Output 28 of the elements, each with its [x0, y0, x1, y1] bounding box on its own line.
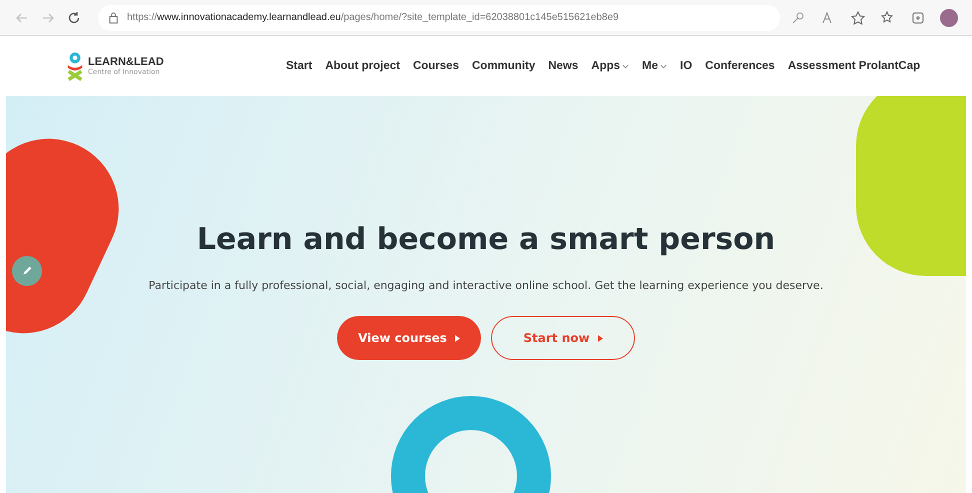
nav-link[interactable]: Me: [642, 60, 668, 72]
url-text: https://www.innovationacademy.learnandlead.eu/pages/home/?site_template_id=62038801c145e515621eb8e9: [127, 12, 619, 23]
reload-icon[interactable]: [66, 10, 82, 26]
collections-icon[interactable]: [910, 10, 926, 26]
nav-link[interactable]: News: [548, 60, 578, 72]
nav-link[interactable]: Start: [286, 60, 312, 72]
triangle-icon: [598, 334, 603, 342]
nav-link[interactable]: Conferences: [705, 60, 775, 72]
caret-icon: [660, 64, 668, 68]
favorites-icon[interactable]: [880, 10, 896, 26]
lock-icon: [108, 11, 119, 24]
star-icon[interactable]: [850, 10, 866, 26]
nav-link[interactable]: Apps: [591, 60, 630, 72]
triangle-icon: [454, 334, 460, 342]
logo-icon[interactable]: [66, 51, 84, 81]
address-bar[interactable]: https://www.innovationacademy.learnandlead.eu/pages/home/?site_template_id=62038801c145e515621eb8e9: [98, 4, 780, 30]
logo-name: LEARN&LEAD: [88, 56, 164, 68]
hero-subtitle: Participate in a fully professional, social, engaging and interactive online school. Get the learning experience you deserve.: [148, 279, 824, 292]
caret-icon: [622, 64, 630, 68]
cta-button[interactable]: View courses: [337, 316, 481, 360]
hero-title: Learn and become a smart person: [196, 222, 776, 257]
nav-link[interactable]: Assessment ProlantCap: [788, 60, 920, 72]
nav-link[interactable]: IO: [680, 60, 692, 72]
nav-link[interactable]: Courses: [412, 60, 459, 72]
nav-link[interactable]: Community: [472, 60, 536, 72]
cta-button[interactable]: Start now: [491, 316, 635, 360]
nav-link[interactable]: About project: [325, 60, 400, 72]
profile-avatar[interactable]: [940, 8, 958, 26]
